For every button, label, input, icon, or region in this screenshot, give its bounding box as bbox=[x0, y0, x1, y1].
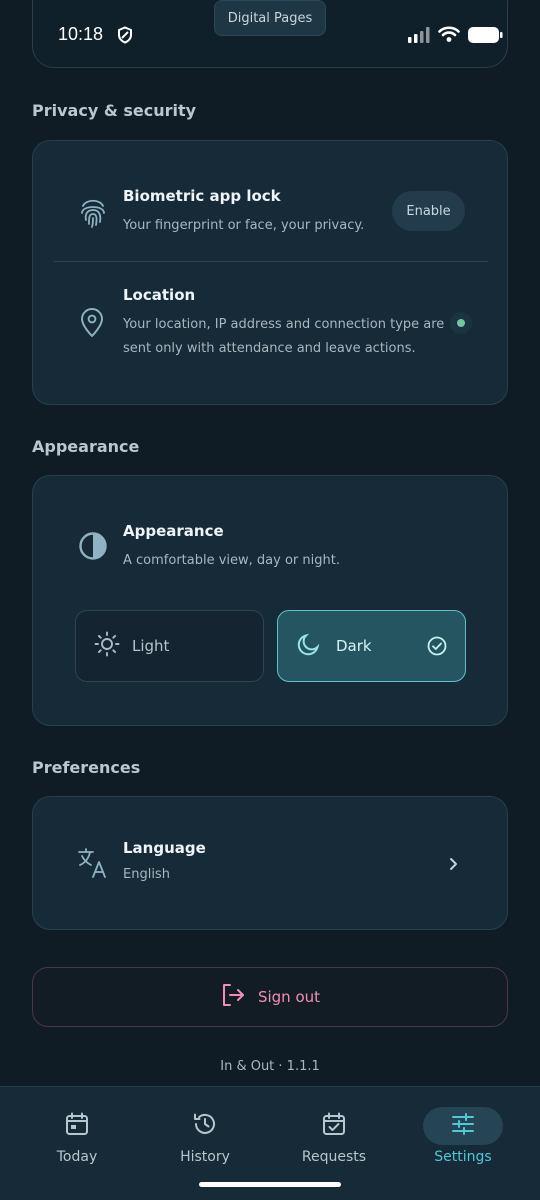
notch-label: Digital Pages bbox=[214, 0, 326, 36]
home-indicator bbox=[199, 1182, 341, 1187]
location-toggle[interactable] bbox=[450, 312, 472, 334]
sliders-icon bbox=[450, 1111, 476, 1141]
biometric-title: Biometric app lock bbox=[123, 187, 281, 205]
history-icon bbox=[192, 1111, 218, 1141]
fingerprint-icon bbox=[79, 196, 107, 232]
sign-out-label: Sign out bbox=[257, 988, 321, 1006]
nav-today-label: Today bbox=[56, 1149, 98, 1165]
location-subtitle-line1: Your location, IP address and connection… bbox=[123, 317, 445, 332]
enable-biometric-button[interactable]: Enable bbox=[392, 191, 465, 231]
location-subtitle-line2: sent only with attendance and leave acti… bbox=[123, 341, 416, 356]
app-version: In & Out · 1.1.1 bbox=[220, 1059, 320, 1074]
theme-dark-option[interactable]: Dark bbox=[277, 610, 466, 682]
calendar-icon bbox=[64, 1111, 90, 1141]
toggle-indicator bbox=[457, 319, 465, 327]
shield-icon bbox=[116, 26, 134, 48]
language-row[interactable]: Language English bbox=[32, 796, 508, 930]
nav-requests[interactable]: Requests bbox=[269, 1087, 399, 1187]
chevron-right-icon bbox=[447, 856, 459, 876]
appearance-title: Appearance bbox=[123, 522, 224, 540]
nav-settings-label: Settings bbox=[434, 1149, 492, 1165]
nav-today[interactable]: Today bbox=[12, 1087, 142, 1187]
nav-requests-label: Requests bbox=[301, 1149, 367, 1165]
sign-out-button[interactable]: Sign out bbox=[32, 967, 508, 1027]
moon-icon bbox=[296, 631, 322, 661]
signal-icon bbox=[407, 26, 431, 48]
appearance-card: Appearance A comfortable view, day or ni… bbox=[32, 475, 508, 726]
contrast-icon bbox=[78, 531, 108, 565]
theme-light-label: Light bbox=[132, 637, 170, 655]
language-title: Language bbox=[123, 839, 206, 857]
appearance-subtitle: A comfortable view, day or night. bbox=[123, 553, 340, 568]
privacy-section-title: Privacy & security bbox=[32, 101, 197, 120]
divider bbox=[54, 261, 488, 262]
theme-light-option[interactable]: Light bbox=[75, 610, 264, 682]
biometric-subtitle: Your fingerprint or face, your privacy. bbox=[123, 218, 365, 233]
calendar-check-icon bbox=[321, 1111, 347, 1141]
nav-history-label: History bbox=[180, 1149, 230, 1165]
preferences-section-title: Preferences bbox=[32, 758, 141, 777]
location-pin-icon bbox=[80, 308, 104, 342]
location-title: Location bbox=[123, 286, 196, 304]
battery-icon bbox=[467, 26, 503, 48]
sun-icon bbox=[94, 631, 120, 661]
appearance-section-title: Appearance bbox=[32, 437, 140, 456]
sign-out-icon bbox=[220, 982, 246, 1012]
theme-dark-label: Dark bbox=[336, 637, 372, 655]
status-time: 10:18 bbox=[58, 24, 104, 44]
translate-icon bbox=[77, 847, 109, 883]
nav-settings[interactable]: Settings bbox=[398, 1087, 528, 1187]
language-value: English bbox=[123, 867, 170, 882]
nav-history[interactable]: History bbox=[140, 1087, 270, 1187]
wifi-icon bbox=[438, 25, 460, 47]
privacy-card: Biometric app lock Your fingerprint or f… bbox=[32, 140, 508, 405]
check-circle-icon bbox=[427, 636, 447, 660]
